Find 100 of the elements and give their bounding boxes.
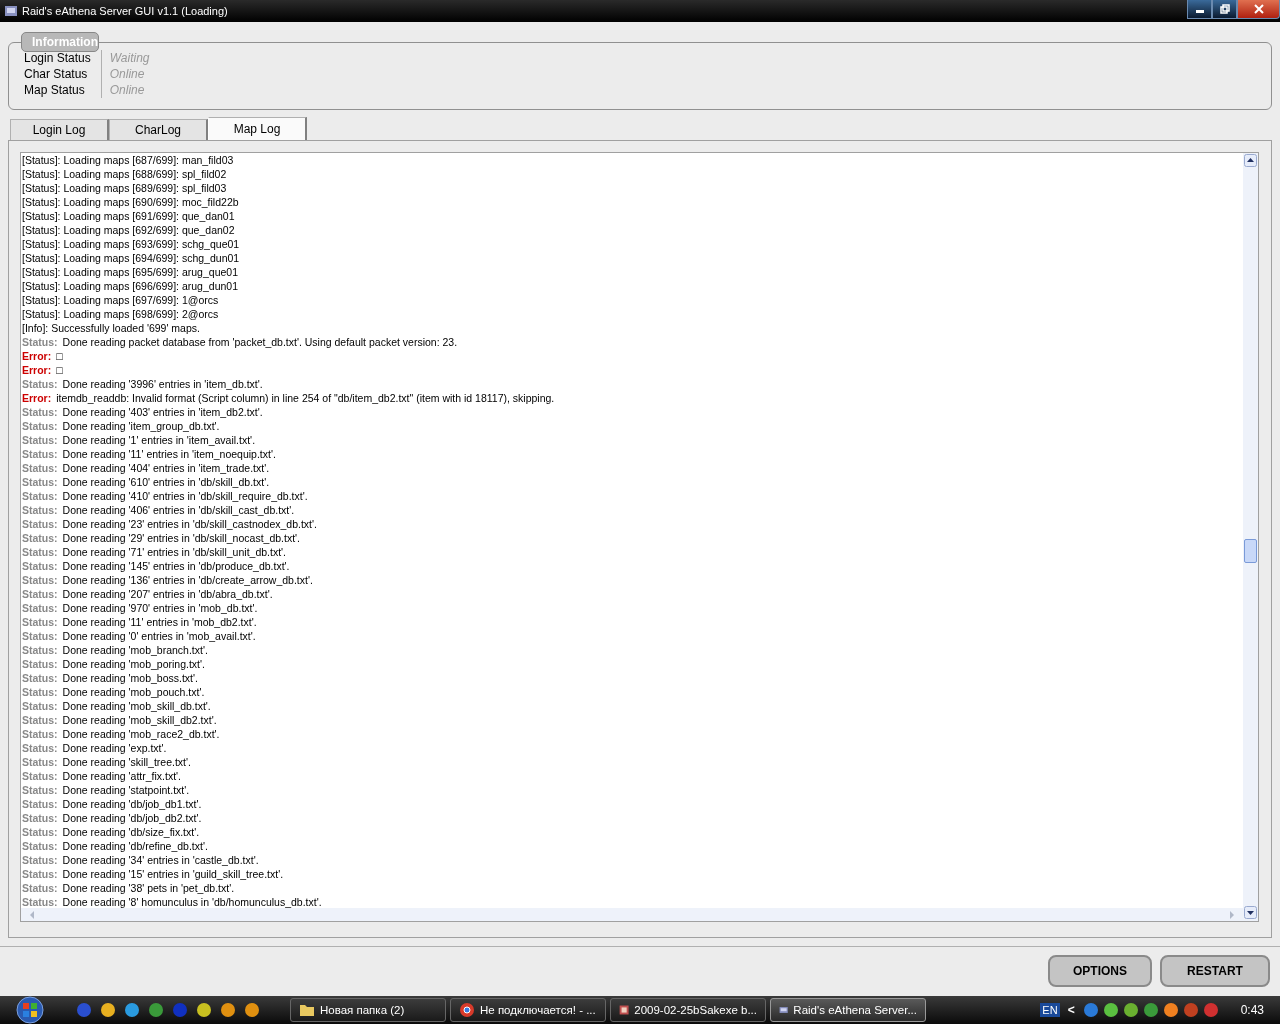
taskbar-button[interactable]: Новая папка (2) — [290, 998, 446, 1022]
quick-launch-icon[interactable] — [148, 1002, 164, 1018]
status-label: Login Status — [24, 50, 91, 66]
quick-launch-icon[interactable] — [124, 1002, 140, 1018]
log-level: Status: — [22, 671, 58, 685]
log-message: Done reading 'exp.txt'. — [62, 741, 167, 755]
log-level: Status: — [22, 741, 58, 755]
log-level: Status: — [22, 797, 58, 811]
log-message: Done reading 'db/size_fix.txt'. — [62, 825, 200, 839]
log-message: Done reading '3996' entries in 'item_db.txt'. — [62, 377, 263, 391]
maximize-button[interactable] — [1212, 0, 1237, 19]
close-icon — [1253, 4, 1264, 14]
log-level: Status: — [22, 825, 58, 839]
tray-icon[interactable] — [1142, 1002, 1159, 1018]
log-line: [Status]: Loading maps [690/699]: moc_fild22b — [22, 195, 239, 209]
tray-icon[interactable] — [1122, 1002, 1139, 1018]
clock[interactable]: 0:43 — [1240, 1003, 1264, 1017]
log-tab[interactable]: Map Log — [208, 117, 307, 140]
log-level: Status: — [22, 503, 58, 517]
tray-icon[interactable] — [1082, 1002, 1099, 1018]
log-level: Status: — [22, 811, 58, 825]
language-indicator[interactable]: EN — [1040, 1003, 1060, 1017]
scroll-up-icon[interactable] — [1244, 154, 1257, 167]
log-line: [Status]: Loading maps [695/699]: arug_que01 — [22, 265, 238, 279]
log-message: Done reading 'attr_fix.txt'. — [62, 769, 181, 783]
status-value: Online — [109, 66, 146, 82]
folder-icon — [299, 1002, 315, 1018]
log-level: Status: — [22, 685, 58, 699]
window-title: Raid's eAthena Server GUI v1.1 (Loading) — [22, 5, 228, 17]
quick-launch-icon[interactable] — [220, 1002, 236, 1018]
information-legend: Information — [21, 32, 99, 52]
log-message: Done reading 'item_group_db.txt'. — [62, 419, 220, 433]
action-button[interactable]: RESTART — [1160, 955, 1270, 987]
tray-icon[interactable] — [1162, 1002, 1179, 1018]
log-message: Done reading '0' entries in 'mob_avail.txt'. — [62, 629, 256, 643]
log-level: Status: — [22, 475, 58, 489]
log-line: [Status]: Loading maps [687/699]: man_fild03 — [22, 153, 234, 167]
log-level: Error: — [22, 391, 52, 405]
log-message: Done reading 'db/refine_db.txt'. — [62, 839, 208, 853]
log-message: Done reading '136' entries in 'db/create_arrow_db.txt'. — [62, 573, 313, 587]
log-message: Done reading 'mob_boss.txt'. — [62, 671, 198, 685]
log-level: Error: — [22, 363, 52, 377]
scroll-down-icon[interactable] — [1244, 906, 1257, 919]
taskbar-button[interactable]: 2009-02-25bSakexe b... — [610, 998, 766, 1022]
scroll-thumb[interactable] — [1244, 539, 1257, 563]
log-level: Error: — [22, 349, 52, 363]
action-button[interactable]: OPTIONS — [1048, 955, 1152, 987]
log-message: Done reading '11' entries in 'item_noequip.txt'. — [62, 447, 276, 461]
log-message: Done reading '404' entries in 'item_trade.txt'. — [62, 461, 270, 475]
app-icon — [4, 4, 18, 18]
log-message: Done reading '1' entries in 'item_avail.txt'. — [62, 433, 256, 447]
log-level: Status: — [22, 853, 58, 867]
log-tab[interactable]: CharLog — [109, 119, 208, 140]
log-level: Status: — [22, 895, 58, 908]
log-level: Status: — [22, 755, 58, 769]
vertical-scrollbar[interactable] — [1243, 153, 1258, 921]
log-message: Done reading 'mob_race2_db.txt'. — [62, 727, 220, 741]
log-level: Status: — [22, 377, 58, 391]
tray-icon[interactable] — [1202, 1002, 1219, 1018]
log-message: Done reading '15' entries in 'guild_skill_tree.txt'. — [62, 867, 284, 881]
log-level: Status: — [22, 419, 58, 433]
log-level: Status: — [22, 531, 58, 545]
show-hidden-icons-button[interactable]: < — [1063, 1003, 1079, 1017]
log-level: Status: — [22, 559, 58, 573]
log-message: Done reading packet database from 'packet_db.txt'. Using default packet version: 23. — [62, 335, 458, 349]
log-line: [Status]: Loading maps [689/699]: spl_fild03 — [22, 181, 227, 195]
tray-icon[interactable] — [1102, 1002, 1119, 1018]
log-level: Status: — [22, 447, 58, 461]
status-label: Char Status — [24, 66, 89, 82]
log-message: Done reading '207' entries in 'db/abra_db.txt'. — [62, 587, 273, 601]
restore-icon — [1219, 4, 1230, 14]
taskbar-button[interactable]: Raid's eAthena Server... — [770, 998, 926, 1022]
log-line: [Status]: Loading maps [688/699]: spl_fild02 — [22, 167, 227, 181]
log-level: Status: — [22, 699, 58, 713]
quick-launch-icon[interactable] — [100, 1002, 116, 1018]
log-level: Status: — [22, 335, 58, 349]
log-message: Done reading 'skill_tree.txt'. — [62, 755, 191, 769]
log-level: Status: — [22, 601, 58, 615]
quick-launch-icon[interactable] — [196, 1002, 212, 1018]
tray-icon[interactable] — [1182, 1002, 1199, 1018]
log-line: [Status]: Loading maps [691/699]: que_dan01 — [22, 209, 235, 223]
log-message: Done reading '38' pets in 'pet_db.txt'. — [62, 881, 235, 895]
log-level: Status: — [22, 545, 58, 559]
close-button[interactable] — [1237, 0, 1280, 19]
log-message: Done reading '403' entries in 'item_db2.txt'. — [62, 405, 263, 419]
taskbar-button[interactable]: Не подключается! - ... — [450, 998, 606, 1022]
log-level: Status: — [22, 573, 58, 587]
log-level: Status: — [22, 517, 58, 531]
log-level: Status: — [22, 489, 58, 503]
log-level: Status: — [22, 881, 58, 895]
log-message: Done reading 'mob_skill_db2.txt'. — [62, 713, 217, 727]
log-level: Status: — [22, 783, 58, 797]
quick-launch-icon[interactable] — [244, 1002, 260, 1018]
log-level: Status: — [22, 867, 58, 881]
log-message: Done reading '34' entries in 'castle_db.txt'. — [62, 853, 259, 867]
minimize-button[interactable] — [1187, 0, 1212, 19]
log-level: Status: — [22, 839, 58, 853]
log-message: Done reading '610' entries in 'db/skill_db.txt'. — [62, 475, 270, 489]
status-value: Waiting — [109, 50, 150, 66]
log-tab[interactable]: Login Log — [10, 119, 109, 140]
